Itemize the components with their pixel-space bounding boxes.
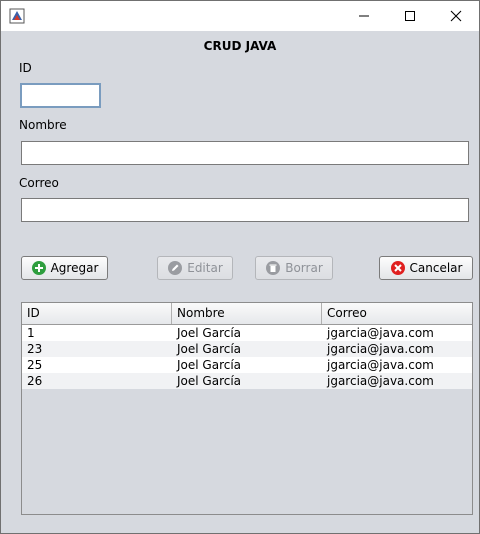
column-header-correo[interactable]: Correo xyxy=(322,303,472,324)
table-row[interactable]: 23 Joel García jgarcia@java.com xyxy=(22,341,472,357)
close-icon xyxy=(450,10,462,22)
agregar-button[interactable]: Agregar xyxy=(21,256,108,280)
id-input[interactable] xyxy=(20,83,101,108)
cell-correo: jgarcia@java.com xyxy=(327,342,434,356)
correo-input[interactable] xyxy=(21,198,469,222)
maximize-button[interactable] xyxy=(387,1,433,31)
cancelar-button[interactable]: Cancelar xyxy=(379,256,473,280)
cell-nombre: Joel García xyxy=(177,374,242,388)
minimize-icon xyxy=(359,15,369,17)
trash-icon xyxy=(265,260,281,276)
cancelar-label: Cancelar xyxy=(409,261,463,275)
cancel-icon xyxy=(390,260,406,276)
table-row[interactable]: 25 Joel García jgarcia@java.com xyxy=(22,357,472,373)
cell-id: 26 xyxy=(27,374,43,388)
editar-button[interactable]: Editar xyxy=(157,256,233,280)
column-header-id[interactable]: ID xyxy=(22,303,172,324)
cell-nombre: Joel García xyxy=(177,342,242,356)
java-app-icon[interactable] xyxy=(9,8,25,24)
nombre-input[interactable] xyxy=(21,141,469,165)
column-header-nombre[interactable]: Nombre xyxy=(172,303,322,324)
edit-icon xyxy=(167,260,183,276)
cell-id: 23 xyxy=(27,342,43,356)
table-row[interactable]: 1 Joel García jgarcia@java.com xyxy=(22,325,472,341)
id-label: ID xyxy=(19,61,32,75)
cell-correo: jgarcia@java.com xyxy=(327,374,434,388)
cell-correo: jgarcia@java.com xyxy=(327,326,434,340)
editar-label: Editar xyxy=(187,261,223,275)
borrar-label: Borrar xyxy=(285,261,323,275)
cell-correo: jgarcia@java.com xyxy=(327,358,434,372)
cell-id: 25 xyxy=(27,358,43,372)
table-header: ID Nombre Correo xyxy=(22,303,472,325)
close-button[interactable] xyxy=(433,1,479,31)
add-icon xyxy=(31,260,47,276)
table-row[interactable]: 26 Joel García jgarcia@java.com xyxy=(22,373,472,389)
table-body: 1 Joel García jgarcia@java.com 23 Joel G… xyxy=(22,325,472,389)
cell-id: 1 xyxy=(27,326,35,340)
form-title: CRUD JAVA xyxy=(203,39,277,53)
agregar-label: Agregar xyxy=(50,261,99,275)
records-table[interactable]: ID Nombre Correo 1 Joel García jgarcia@j… xyxy=(21,302,473,515)
app-window: CRUD JAVA ID Nombre Correo Agregar Edita… xyxy=(0,0,480,534)
title-bar xyxy=(1,1,479,31)
cell-nombre: Joel García xyxy=(177,326,242,340)
minimize-button[interactable] xyxy=(341,1,387,31)
maximize-icon xyxy=(405,11,415,21)
borrar-button[interactable]: Borrar xyxy=(255,256,333,280)
correo-label: Correo xyxy=(19,176,59,190)
cell-nombre: Joel García xyxy=(177,358,242,372)
nombre-label: Nombre xyxy=(19,118,67,132)
